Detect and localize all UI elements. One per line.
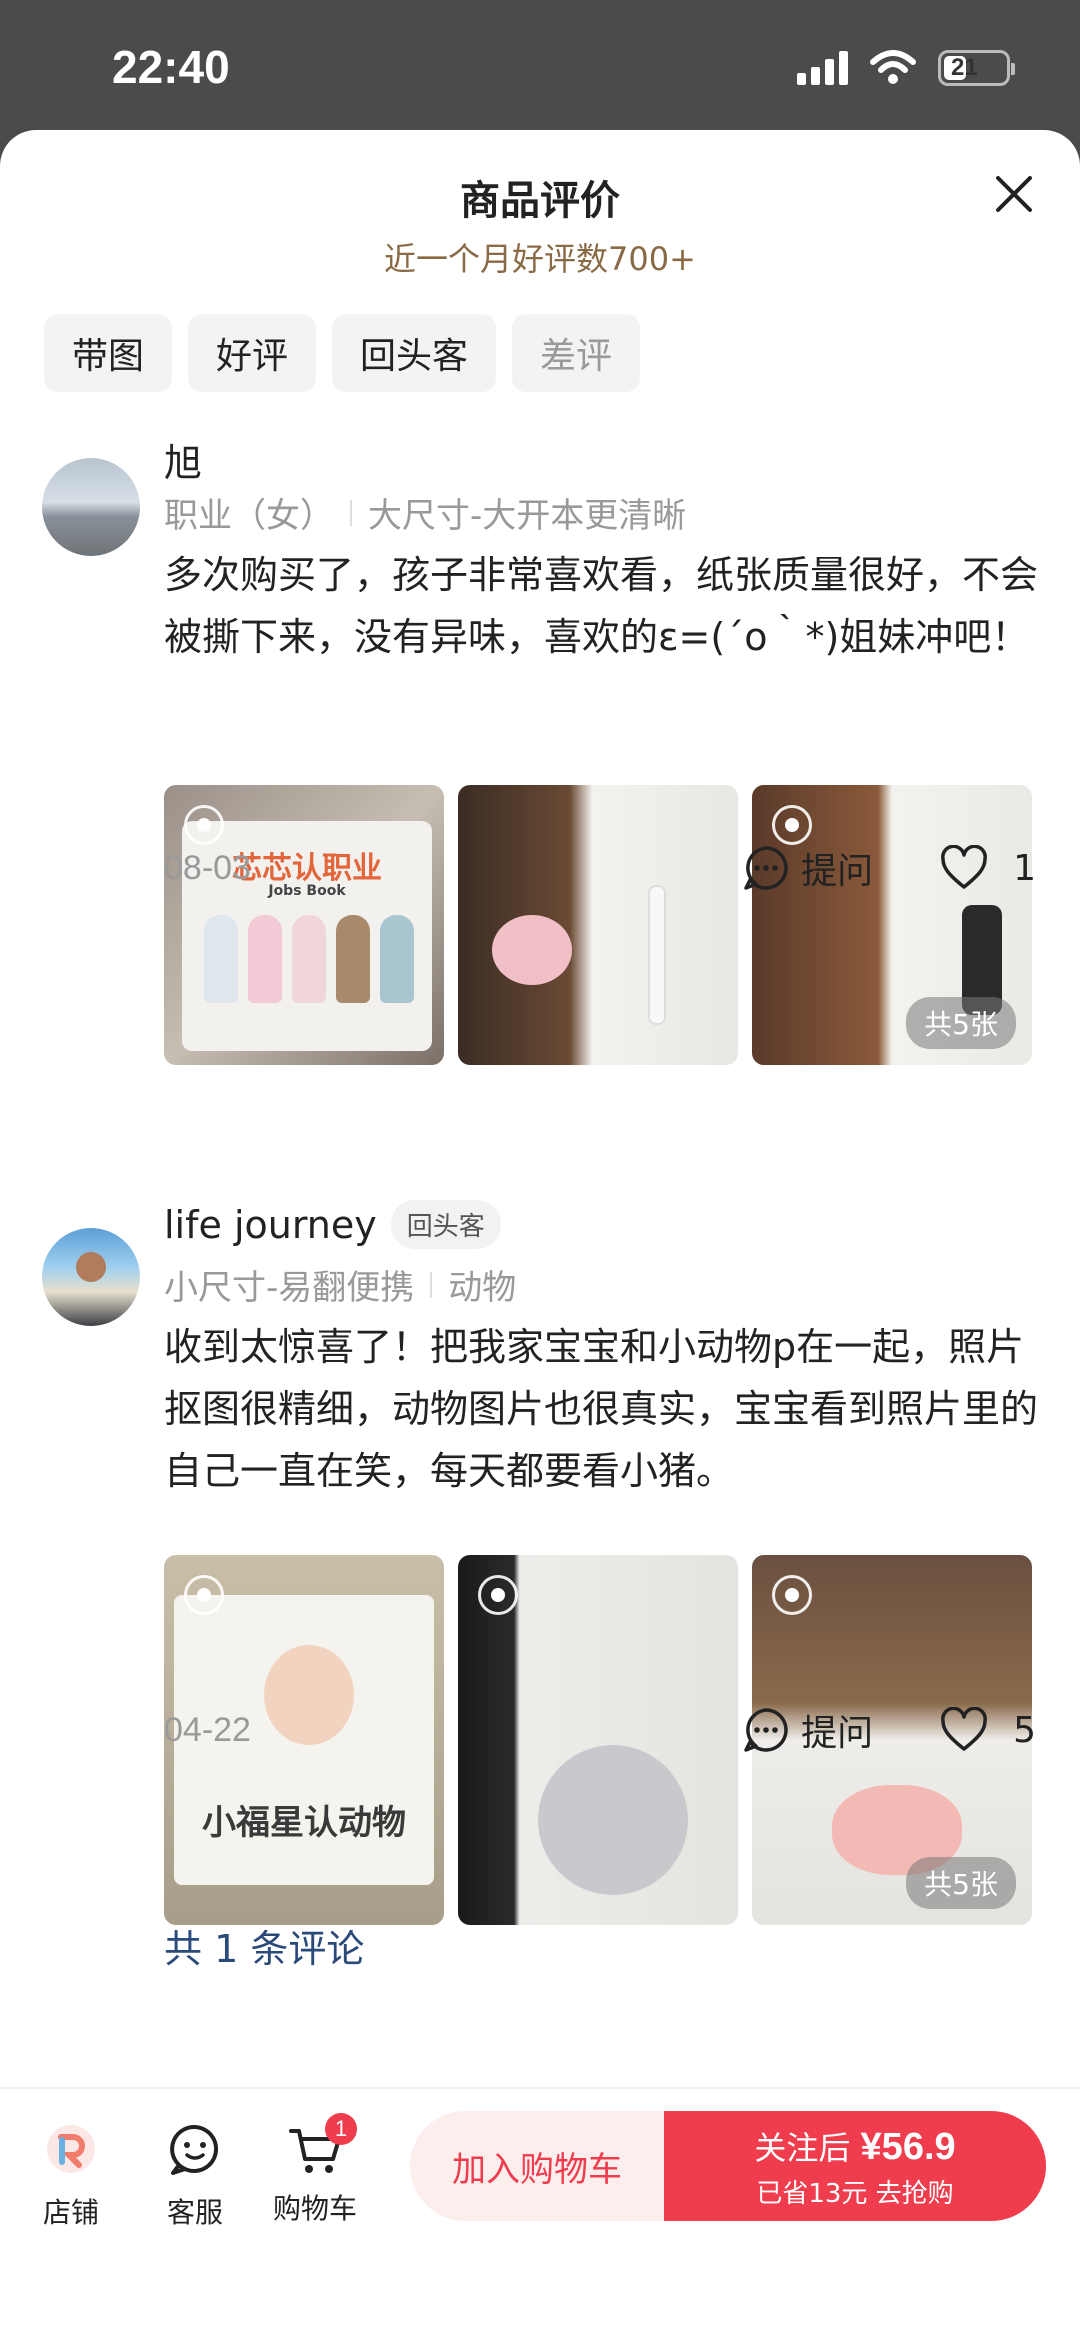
buy-price-line: 关注后 ¥56.9 — [754, 2123, 955, 2169]
review-photo[interactable] — [458, 785, 738, 1065]
add-to-cart-button[interactable]: 加入购物车 — [410, 2111, 664, 2221]
spec-option-1: 小尺寸-易翻便携 — [164, 1268, 415, 1308]
photo-figure — [492, 915, 572, 985]
review-spec: 职业（女） 大尺寸-大开本更清晰 — [164, 488, 686, 537]
cart-count-badge: 1 — [325, 2113, 357, 2145]
photo-count-badge[interactable]: 共5张 — [906, 1857, 1016, 1909]
cart-label: 购物车 — [272, 2192, 357, 2225]
cart-icon-wrap: 1 — [285, 2113, 357, 2179]
like-count: 1 — [1013, 847, 1036, 889]
heart-icon[interactable] — [939, 1707, 989, 1753]
photo-figure — [292, 915, 326, 1003]
live-photo-icon — [478, 1575, 518, 1615]
live-photo-icon — [184, 1575, 224, 1615]
shop-button[interactable]: 店铺 — [16, 2119, 126, 2231]
review-meta: 04-22 提问 5 — [164, 1700, 1036, 1760]
photo-figure — [336, 915, 370, 1003]
service-label: 客服 — [166, 2196, 223, 2229]
review-date: 08-03 — [164, 848, 251, 887]
sheet-header: 商品评价 近一个月好评数700+ 带图 好评 回头客 差评 — [0, 130, 1080, 392]
filter-negative[interactable]: 差评 — [512, 314, 641, 392]
review-text: 多次购买了，孩子非常喜欢看，纸张质量很好，不会被撕下来，没有异味，喜欢的ε=(´… — [164, 553, 1039, 659]
review-actions: 提问 5 — [741, 1704, 1036, 1756]
review-photo[interactable]: 芯芯认职业 Jobs Book — [164, 785, 444, 1065]
like-count: 5 — [1013, 1709, 1036, 1751]
bottom-action-bar: 店铺 客服 1 购物车 加入购物车 关注后 ¥56.9 已省13元 去抢购 — [0, 2087, 1080, 2337]
cellular-signal-icon — [797, 51, 848, 85]
battery-level: 21 — [951, 54, 978, 81]
live-photo-icon — [772, 1575, 812, 1615]
cart-button[interactable]: 1 购物车 — [260, 2113, 370, 2227]
heart-icon[interactable] — [939, 845, 989, 891]
chat-bubble-icon[interactable] — [741, 843, 791, 893]
photo-figure — [380, 915, 414, 1003]
review-sheet: 商品评价 近一个月好评数700+ 带图 好评 回头客 差评 旭 职业（女） 大尺… — [0, 130, 1080, 2337]
user-name-text: 旭 — [164, 441, 203, 485]
review-actions: 提问 1 — [741, 842, 1036, 894]
shop-label: 店铺 — [42, 2196, 99, 2229]
customer-service-button[interactable]: 客服 — [140, 2119, 250, 2231]
customer-service-icon — [170, 2124, 219, 2175]
review-user-name[interactable]: 旭 — [164, 432, 202, 487]
chat-bubble-icon[interactable] — [741, 1705, 791, 1755]
avatar[interactable] — [42, 458, 140, 556]
review-photo[interactable]: 共5张 — [752, 785, 1032, 1065]
review-date: 04-22 — [164, 1710, 251, 1749]
photo-figure — [538, 1745, 688, 1895]
review-photos: 芯芯认职业 Jobs Book 共5张 — [164, 785, 1032, 1065]
filter-repeat-customer[interactable]: 回头客 — [332, 314, 497, 392]
buy-price: ¥56.9 — [860, 2125, 956, 2168]
filter-positive[interactable]: 好评 — [188, 314, 317, 392]
spec-option-2: 大尺寸-大开本更清晰 — [368, 496, 687, 536]
close-icon[interactable] — [986, 166, 1042, 222]
status-bar: 22:40 21 — [0, 0, 1080, 130]
ask-button[interactable]: 提问 — [801, 842, 873, 894]
photo-figure — [248, 915, 282, 1003]
buy-now-button[interactable]: 关注后 ¥56.9 已省13元 去抢购 — [664, 2111, 1046, 2221]
photo-count-badge[interactable]: 共5张 — [906, 997, 1016, 1049]
filter-with-photos[interactable]: 带图 — [44, 314, 173, 392]
status-time: 22:40 — [112, 41, 230, 93]
spec-divider — [350, 499, 352, 526]
battery-icon: 21 — [938, 50, 1015, 86]
review-text: 收到太惊喜了！把我家宝宝和小动物p在一起，照片抠图很精细，动物图片也很真实，宝宝… — [164, 1325, 1039, 1493]
wifi-icon — [870, 50, 916, 84]
filter-row: 带图 好评 回头客 差评 — [44, 314, 641, 392]
spec-option-2: 动物 — [448, 1268, 517, 1308]
spec-option-1: 职业（女） — [164, 496, 334, 536]
buy-prefix: 关注后 — [754, 2128, 861, 2167]
photo-figure — [204, 915, 238, 1003]
repeat-customer-badge: 回头客 — [390, 1200, 501, 1249]
buy-savings: 已省13元 去抢购 — [756, 2178, 954, 2209]
review-meta: 08-03 提问 1 — [164, 838, 1036, 898]
page-subtitle: 近一个月好评数700+ — [384, 240, 696, 278]
photo-book-title: 小福星认动物 — [202, 1803, 406, 1843]
ask-button[interactable]: 提问 — [801, 1704, 873, 1756]
spec-divider — [430, 1271, 433, 1298]
shop-logo-icon — [47, 2125, 95, 2173]
review-spec: 小尺寸-易翻便携 动物 — [164, 1260, 516, 1309]
review-user-name[interactable]: life journey 回头客 — [164, 1200, 501, 1249]
user-name-text: life journey — [164, 1202, 377, 1247]
view-comments-link[interactable]: 共 1 条评论 — [164, 1918, 364, 1973]
page-title: 商品评价 — [460, 178, 620, 224]
avatar[interactable] — [42, 1228, 140, 1326]
photo-figure — [648, 885, 666, 1025]
status-icons: 21 — [797, 50, 1015, 86]
